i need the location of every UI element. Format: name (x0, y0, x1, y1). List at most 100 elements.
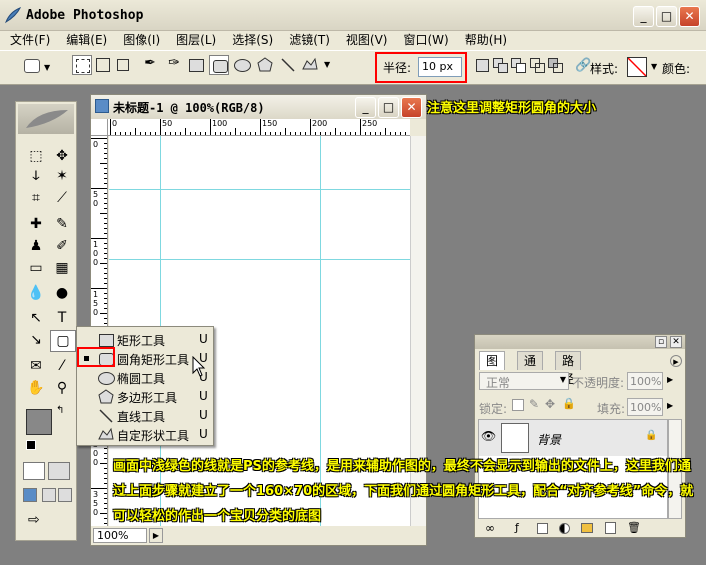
hand-icon[interactable]: ✋ (24, 378, 48, 398)
screen-mode-standard[interactable] (23, 488, 37, 502)
custom-shape-icon[interactable] (300, 55, 320, 75)
lasso-icon[interactable]: ↆ (24, 166, 48, 186)
history-brush-icon[interactable]: ✐ (50, 236, 74, 256)
default-colors-icon[interactable] (26, 440, 36, 450)
zoom-icon[interactable]: ⚲ (50, 378, 74, 398)
ruler-minor-tick (335, 128, 336, 135)
polygon-shape-icon[interactable] (255, 55, 275, 75)
visibility-eye-icon[interactable]: 👁 (481, 429, 496, 443)
menu-item[interactable]: 编辑(E) (58, 30, 115, 51)
fill-label: 填充: (597, 402, 626, 416)
jump-to-imageready-icon[interactable]: ⇨ (28, 512, 68, 532)
exclude-shape-icon[interactable] (545, 55, 565, 75)
maximize-button[interactable]: □ (656, 6, 677, 27)
menu-item[interactable]: 文件(F) (2, 30, 58, 51)
menu-item[interactable]: 选择(S) (224, 30, 281, 51)
status-arrow-icon[interactable]: ▶ (149, 528, 163, 543)
gradient-icon[interactable]: ▦ (50, 258, 74, 278)
crop-icon[interactable]: ⌗ (24, 188, 48, 208)
custom-shape-dropdown-icon[interactable]: ▼ (324, 60, 330, 69)
pen-tool-icon[interactable]: ✒ (140, 55, 160, 75)
standard-mode-button[interactable] (23, 462, 45, 480)
fill-pixels-button[interactable] (113, 55, 133, 75)
doc-maximize-button[interactable]: □ (378, 97, 399, 118)
freeform-pen-icon[interactable]: ✑ (164, 55, 184, 75)
palette-menu-icon[interactable]: ▶ (670, 355, 682, 367)
paths-button[interactable] (93, 55, 113, 75)
direct-select-icon[interactable]: ↘ (24, 330, 48, 350)
flyout-item-line[interactable]: 直线工具 U (77, 406, 215, 425)
ruler-minor-tick (104, 273, 107, 274)
lock-transparent-icon[interactable] (512, 399, 524, 411)
subtract-shape-icon[interactable] (508, 55, 528, 75)
create-new-shape-icon[interactable] (472, 55, 492, 75)
brush-icon[interactable]: ✎ (50, 214, 74, 234)
blur-icon[interactable]: 💧 (24, 283, 48, 303)
notes-icon[interactable]: ✉ (24, 356, 48, 376)
lock-move-icon[interactable]: ✥ (545, 397, 555, 411)
fill-arrow-icon[interactable]: ▶ (667, 401, 673, 410)
flyout-item-poly[interactable]: 多边形工具 U (77, 387, 215, 406)
palette-tab-2[interactable]: 路径 (555, 351, 582, 386)
menu-item[interactable]: 窗口(W) (395, 30, 456, 51)
close-button[interactable]: ✕ (679, 6, 700, 27)
shape-layers-button[interactable] (72, 55, 92, 75)
move-icon[interactable]: ✥ (50, 146, 74, 166)
healing-icon[interactable]: ✚ (24, 214, 48, 234)
ellipse-shape-icon[interactable] (232, 55, 252, 75)
dodge-icon[interactable]: ● (50, 283, 74, 303)
ruler-tick (260, 119, 261, 135)
doc-close-button[interactable]: ✕ (401, 97, 422, 118)
menu-item[interactable]: 图像(I) (115, 30, 168, 51)
palette-close-button[interactable]: ✕ (670, 336, 682, 348)
ruler-label: 0 (112, 119, 118, 128)
palette-tab-1[interactable]: 通道 (517, 351, 544, 386)
stamp-icon[interactable]: ♟ (24, 236, 48, 256)
menu-item[interactable]: 滤镜(T) (281, 30, 338, 51)
opacity-arrow-icon[interactable]: ▶ (667, 375, 673, 384)
flyout-item-custom[interactable]: 自定形状工具 U (77, 425, 215, 444)
ruler-minor-tick (104, 283, 107, 284)
rounded-rectangle-shape-icon[interactable] (209, 55, 229, 75)
ruler-label: 100 (212, 119, 228, 128)
ruler-minor-tick (100, 213, 107, 214)
style-dropdown-icon[interactable]: ▼ (651, 62, 657, 71)
screen-mode-full[interactable] (58, 488, 72, 502)
rectangle-shape-icon[interactable] (186, 55, 206, 75)
line-shape-icon[interactable] (278, 55, 298, 75)
intersect-shape-icon[interactable] (527, 55, 547, 75)
layer-row[interactable]: 👁 背景 🔒 (479, 420, 667, 456)
marquee-icon[interactable]: ⬚ (24, 146, 48, 166)
slice-icon[interactable]: ⟋ (50, 188, 74, 208)
quickmask-mode-button[interactable] (48, 462, 70, 480)
eyedropper-icon[interactable]: ⁄ (50, 356, 74, 376)
foreground-color-swatch[interactable] (26, 409, 52, 435)
palette-tab-0[interactable]: 图层 (479, 351, 506, 386)
radius-input[interactable]: 10 px (418, 57, 462, 77)
rectangle-icon (99, 334, 114, 347)
ruler-tick (91, 488, 107, 489)
rounded-rect-tool-icon[interactable]: ▢ (50, 330, 76, 352)
type-icon[interactable]: T (50, 308, 74, 328)
palette-minimize-button[interactable]: ▫ (655, 336, 667, 348)
doc-minimize-button[interactable]: _ (355, 97, 376, 118)
zoom-field[interactable]: 100% (93, 528, 147, 543)
eraser-icon[interactable]: ▭ (24, 258, 48, 278)
add-to-shape-icon[interactable] (490, 55, 510, 75)
lock-all-icon[interactable]: 🔒 (562, 397, 576, 410)
magic-wand-icon[interactable]: ✶ (50, 166, 74, 186)
style-swatch[interactable] (627, 57, 647, 77)
link-icon[interactable]: 🔗 (575, 58, 591, 73)
tool-preset-picker[interactable]: ▼ (22, 56, 56, 76)
menu-item[interactable]: 帮助(H) (457, 30, 515, 51)
menu-item[interactable]: 视图(V) (338, 30, 396, 51)
lock-brush-icon[interactable]: ✎ (529, 397, 539, 411)
path-select-icon[interactable]: ↖ (24, 308, 48, 328)
menu-item[interactable]: 图层(L) (168, 30, 224, 51)
minimize-button[interactable]: _ (633, 6, 654, 27)
fill-input[interactable]: 100% (627, 398, 663, 416)
opacity-input[interactable]: 100% (627, 372, 663, 390)
screen-mode-menubar[interactable] (42, 488, 56, 502)
blend-mode-select[interactable]: 正常 ▼ (479, 372, 569, 390)
swap-colors-icon[interactable]: ↰ (56, 405, 68, 417)
